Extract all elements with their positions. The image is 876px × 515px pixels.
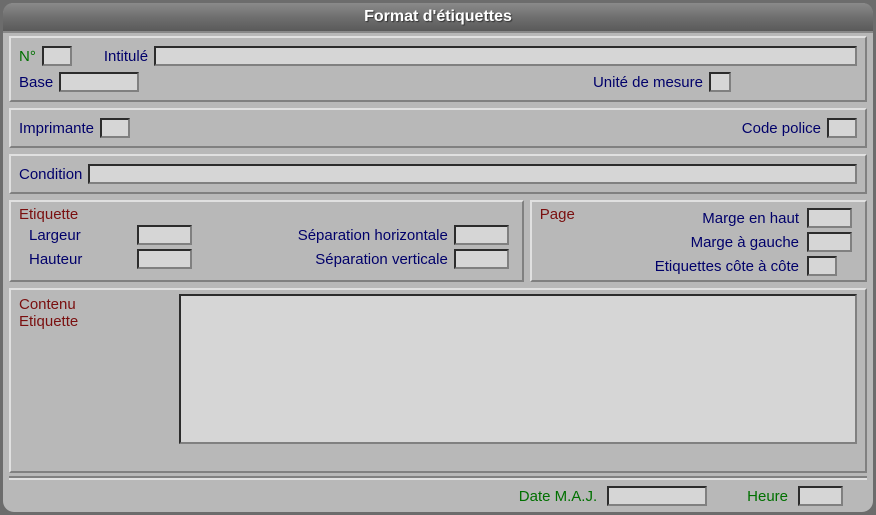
marge-gauche-input[interactable] [807, 232, 852, 252]
window: Format d'étiquettes N° Intitulé Base Uni… [0, 0, 876, 515]
condition-input[interactable] [88, 164, 857, 184]
etiquette-page-row: Etiquette Largeur Séparation horizontale… [9, 197, 867, 285]
sep-h-input[interactable] [454, 225, 509, 245]
numero-input[interactable] [42, 46, 72, 66]
hauteur-input[interactable] [137, 249, 192, 269]
etiquette-section-label: Etiquette [19, 206, 78, 223]
sep-v-input[interactable] [454, 249, 509, 269]
heure-label: Heure [747, 488, 788, 505]
condition-panel: Condition [9, 154, 867, 194]
printer-panel: Imprimante Code police [9, 108, 867, 148]
content-area: N° Intitulé Base Unité de mesure Imprima… [3, 33, 873, 512]
imprimante-label: Imprimante [19, 120, 94, 137]
intitule-label: Intitulé [104, 48, 148, 65]
largeur-input[interactable] [137, 225, 192, 245]
window-title: Format d'étiquettes [3, 3, 873, 33]
marge-gauche-label: Marge à gauche [595, 234, 799, 251]
intitule-input[interactable] [154, 46, 857, 66]
page-panel: Page Marge en haut Marge à gauche Etique… [530, 200, 867, 282]
base-input[interactable] [59, 72, 139, 92]
contenu-panel: Contenu Etiquette [9, 288, 867, 473]
contenu-label-2: Etiquette [19, 313, 169, 330]
unite-input[interactable] [709, 72, 731, 92]
largeur-label: Largeur [29, 227, 131, 244]
page-section-label: Page [540, 206, 575, 276]
etiquette-panel: Etiquette Largeur Séparation horizontale… [9, 200, 524, 282]
cote-input[interactable] [807, 256, 837, 276]
sep-h-label: Séparation horizontale [249, 227, 448, 244]
cote-label: Etiquettes côte à côte [595, 258, 799, 275]
contenu-textarea[interactable] [179, 294, 857, 444]
code-police-input[interactable] [827, 118, 857, 138]
hauteur-label: Hauteur [29, 251, 131, 268]
marge-haut-input[interactable] [807, 208, 852, 228]
date-value [607, 486, 707, 506]
marge-haut-label: Marge en haut [595, 210, 799, 227]
contenu-label-1: Contenu [19, 296, 169, 313]
header-panel: N° Intitulé Base Unité de mesure [9, 36, 867, 102]
base-label: Base [19, 74, 53, 91]
sep-v-label: Séparation verticale [249, 251, 448, 268]
numero-label: N° [19, 48, 36, 65]
unite-label: Unité de mesure [593, 74, 703, 91]
condition-label: Condition [19, 166, 82, 183]
divider [9, 476, 867, 480]
date-label: Date M.A.J. [519, 488, 597, 505]
heure-value [798, 486, 843, 506]
code-police-label: Code police [742, 120, 821, 137]
footer-row: Date M.A.J. Heure [3, 482, 873, 510]
imprimante-input[interactable] [100, 118, 130, 138]
